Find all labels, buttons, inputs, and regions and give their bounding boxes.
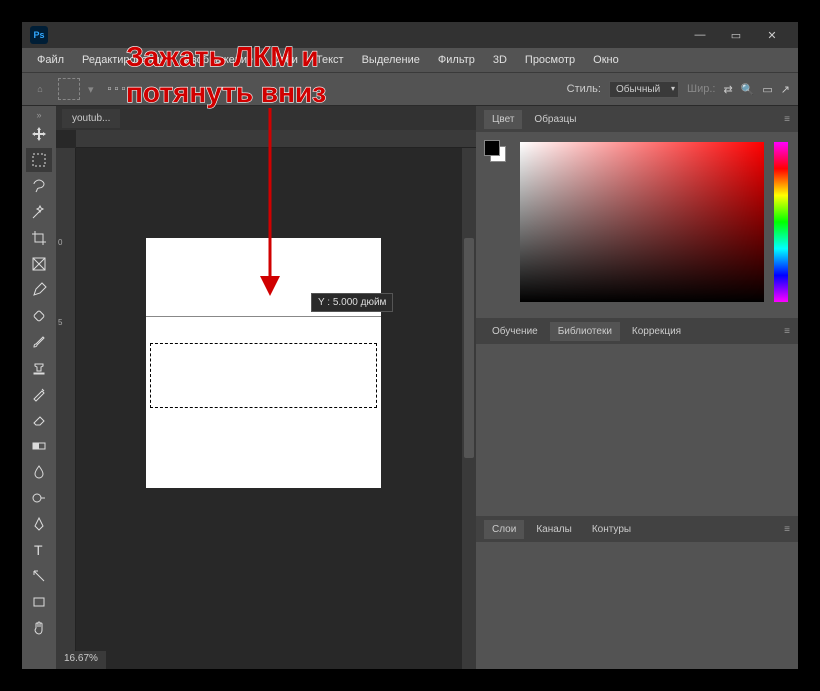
eraser-tool[interactable] <box>26 408 52 432</box>
path-tool[interactable] <box>26 564 52 588</box>
tab-paths[interactable]: Контуры <box>584 520 639 539</box>
app-logo: Ps <box>30 26 48 44</box>
titlebar: Ps — ▭ ✕ <box>22 22 798 48</box>
color-panel-header: Цвет Образцы ≡ <box>476 106 798 132</box>
color-swatches[interactable] <box>484 140 508 164</box>
mid-panel-header: Обучение Библиотеки Коррекция ≡ <box>476 318 798 344</box>
style-dropdown[interactable]: Обычный <box>609 81 679 98</box>
svg-text:T: T <box>34 542 43 558</box>
ruler-horizontal[interactable] <box>76 130 476 148</box>
maximize-button[interactable]: ▭ <box>718 24 754 46</box>
app-window: Ps — ▭ ✕ Файл Редактирование Изображение… <box>22 22 798 669</box>
menu-filter[interactable]: Фильтр <box>431 51 482 69</box>
canvas[interactable] <box>146 238 381 488</box>
tab-libraries[interactable]: Библиотеки <box>550 322 620 341</box>
menu-3d[interactable]: 3D <box>486 51 514 69</box>
heal-tool[interactable] <box>26 304 52 328</box>
menu-layers[interactable]: Слои <box>264 51 305 69</box>
type-tool[interactable]: T <box>26 538 52 562</box>
tab-layers[interactable]: Слои <box>484 520 524 539</box>
menu-file[interactable]: Файл <box>30 51 71 69</box>
minimize-button[interactable]: — <box>682 24 718 46</box>
rectangle-tool[interactable] <box>26 590 52 614</box>
options-bar: ⌂ ▾ ▫ ▫ ▫ ▫ Стиль: Обычный Шир.: ⇄ 🔍 ▭ ↗ <box>22 72 798 106</box>
menu-view[interactable]: Просмотр <box>518 51 582 69</box>
workspace-icon[interactable]: ▭ <box>762 83 772 96</box>
collapse-icon[interactable]: » <box>22 110 56 120</box>
tab-color[interactable]: Цвет <box>484 110 522 129</box>
color-field[interactable] <box>520 142 764 302</box>
dodge-tool[interactable] <box>26 486 52 510</box>
close-button[interactable]: ✕ <box>754 24 790 46</box>
zoom-level[interactable]: 16.67% <box>56 651 106 669</box>
document-tab[interactable]: youtub... <box>62 109 120 128</box>
marquee-tool[interactable] <box>26 148 52 172</box>
panel-menu-icon[interactable]: ≡ <box>784 326 790 337</box>
marquee-selection <box>150 343 377 408</box>
tab-channels[interactable]: Каналы <box>528 520 580 539</box>
foreground-color-swatch[interactable] <box>484 140 500 156</box>
menubar: Файл Редактирование Изображение Слои Тек… <box>22 48 798 72</box>
hue-slider[interactable] <box>774 142 788 302</box>
scrollbar-vertical[interactable] <box>462 148 476 669</box>
move-tool[interactable] <box>26 122 52 146</box>
libraries-panel <box>476 344 798 516</box>
panel-menu-icon[interactable]: ≡ <box>784 524 790 535</box>
color-panel <box>476 132 798 318</box>
layers-panel <box>476 542 798 564</box>
home-icon[interactable]: ⌂ <box>30 84 50 94</box>
menu-edit[interactable]: Редактирование <box>75 51 173 69</box>
position-tooltip: Y : 5.000 дюйм <box>311 293 393 312</box>
canvas-viewport[interactable]: 0 5 Y : 5.000 дюйм <box>56 130 476 669</box>
search-icon[interactable]: 🔍 <box>741 83 755 96</box>
document-area: youtub... 0 5 Y : 5.000 дюйм 16.67% <box>56 106 476 669</box>
guide-horizontal[interactable] <box>146 316 381 317</box>
menu-window[interactable]: Окно <box>586 51 626 69</box>
menu-select[interactable]: Выделение <box>355 51 427 69</box>
gradient-tool[interactable] <box>26 434 52 458</box>
tab-adjustments[interactable]: Коррекция <box>624 322 689 341</box>
crop-tool[interactable] <box>26 226 52 250</box>
tab-learn[interactable]: Обучение <box>484 322 546 341</box>
panel-menu-icon[interactable]: ≡ <box>784 114 790 125</box>
frame-tool[interactable] <box>26 252 52 276</box>
blur-tool[interactable] <box>26 460 52 484</box>
tools-panel: » T <box>22 106 56 669</box>
width-label: Шир.: <box>687 83 715 95</box>
eyedropper-tool[interactable] <box>26 278 52 302</box>
right-panels: Цвет Образцы ≡ Обучение Библиотеки Корре… <box>476 106 798 669</box>
marquee-tool-icon[interactable] <box>58 78 80 100</box>
wand-tool[interactable] <box>26 200 52 224</box>
menu-text[interactable]: Текст <box>309 51 351 69</box>
menu-image[interactable]: Изображение <box>177 51 260 69</box>
hand-tool[interactable] <box>26 616 52 640</box>
lasso-tool[interactable] <box>26 174 52 198</box>
share-icon[interactable]: ↗ <box>781 83 790 96</box>
style-label: Стиль: <box>567 83 601 95</box>
ruler-vertical[interactable]: 0 5 <box>56 148 76 669</box>
stamp-tool[interactable] <box>26 356 52 380</box>
bottom-panel-header: Слои Каналы Контуры ≡ <box>476 516 798 542</box>
history-brush-tool[interactable] <box>26 382 52 406</box>
tab-swatches[interactable]: Образцы <box>526 110 584 129</box>
pen-tool[interactable] <box>26 512 52 536</box>
swap-icon[interactable]: ⇄ <box>723 83 732 96</box>
brush-tool[interactable] <box>26 330 52 354</box>
